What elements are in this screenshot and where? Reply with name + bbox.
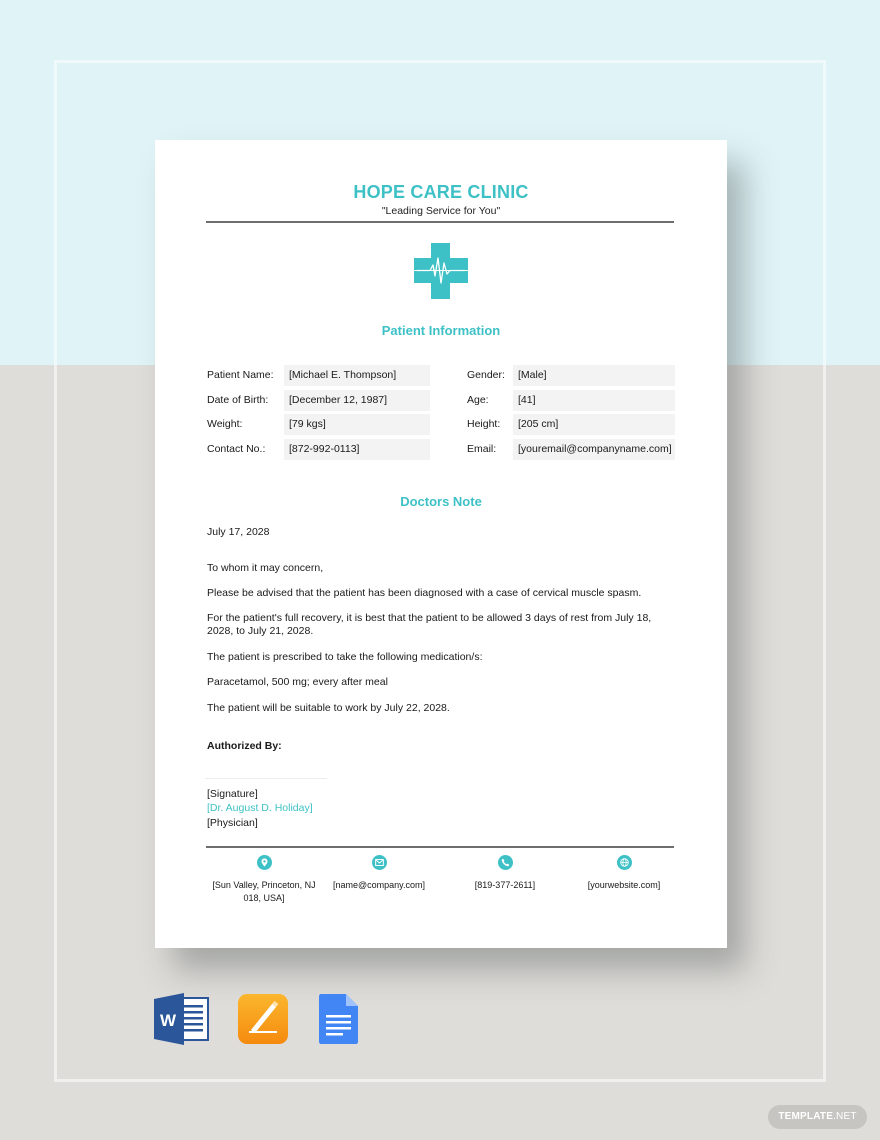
google-docs-icon[interactable] bbox=[318, 993, 360, 1045]
doctors-note-title: Doctors Note bbox=[400, 494, 482, 509]
note-paragraph: The patient will be suitable to work by … bbox=[207, 702, 450, 714]
weight-field[interactable]: [79 kgs] bbox=[284, 414, 430, 435]
contact-number-row: Contact No.: [872-992-0113] bbox=[207, 439, 431, 460]
signature-placeholder: [Signature] bbox=[207, 788, 258, 800]
note-paragraph: For the patient's full recovery, it is b… bbox=[207, 612, 652, 637]
field-label: Date of Birth: bbox=[207, 394, 269, 406]
note-paragraph: The patient is prescribed to take the fo… bbox=[207, 651, 483, 663]
medical-cross-heartbeat-icon bbox=[414, 243, 468, 299]
contact-number-field[interactable]: [872-992-0113] bbox=[284, 439, 430, 460]
signature-line bbox=[205, 778, 327, 779]
gender-row: Gender: [Male] bbox=[467, 365, 675, 386]
footer-phone: [819-377-2611] bbox=[445, 855, 565, 892]
location-pin-icon bbox=[256, 855, 272, 870]
note-salutation: To whom it may concern, bbox=[207, 562, 324, 574]
field-label: Contact No.: bbox=[207, 443, 266, 455]
note-paragraph: Paracetamol, 500 mg; every after meal bbox=[207, 676, 388, 688]
website-text[interactable]: [yourwebsite.com] bbox=[564, 879, 684, 892]
header-divider bbox=[206, 221, 674, 223]
watermark-thin: .NET bbox=[833, 1111, 857, 1122]
globe-icon bbox=[616, 855, 632, 870]
field-label: Patient Name: bbox=[207, 369, 274, 381]
document-page: HOPE CARE CLINIC "Leading Service for Yo… bbox=[155, 140, 727, 948]
phone-text: [819-377-2611] bbox=[474, 880, 536, 890]
phone-icon bbox=[497, 855, 513, 870]
apple-pages-icon[interactable] bbox=[237, 993, 289, 1045]
patient-information-title: Patient Information bbox=[381, 323, 501, 338]
footer-website: [yourwebsite.com] bbox=[564, 855, 684, 892]
note-paragraph: Please be advised that the patient has b… bbox=[207, 587, 642, 599]
date-of-birth-row: Date of Birth: [December 12, 1987] bbox=[207, 390, 431, 411]
footer-email: [name@company.com] bbox=[319, 855, 439, 892]
address-text: [Sun Valley, Princeton, NJ 018, USA] bbox=[212, 880, 316, 903]
authorized-by-label: Authorized By: bbox=[207, 740, 282, 752]
height-row: Height: [205 cm] bbox=[467, 414, 675, 435]
field-label: Weight: bbox=[207, 418, 243, 430]
doctor-name: [Dr. August D. Holiday] bbox=[207, 802, 313, 814]
clinic-name: HOPE CARE CLINIC bbox=[353, 182, 529, 202]
doctor-title: [Physician] bbox=[207, 817, 258, 829]
field-label: Age: bbox=[467, 394, 489, 406]
patient-name-field[interactable]: [Michael E. Thompson] bbox=[284, 365, 430, 386]
field-label: Height: bbox=[467, 418, 501, 430]
email-icon bbox=[371, 855, 387, 870]
watermark-bold: TEMPLATE bbox=[778, 1111, 834, 1122]
gender-field[interactable]: [Male] bbox=[513, 365, 675, 386]
patient-name-row: Patient Name: [Michael E. Thompson] bbox=[207, 365, 431, 386]
word-letter: W bbox=[160, 1011, 177, 1030]
weight-row: Weight: [79 kgs] bbox=[207, 414, 431, 435]
template-net-watermark[interactable]: TEMPLATE.NET bbox=[768, 1105, 867, 1129]
field-label: Email: bbox=[467, 443, 497, 455]
height-field[interactable]: [205 cm] bbox=[513, 414, 675, 435]
microsoft-word-icon[interactable]: W bbox=[154, 993, 210, 1045]
clinic-tagline: "Leading Service for You" bbox=[381, 205, 501, 217]
field-label: Gender: bbox=[467, 369, 505, 381]
footer-address: [Sun Valley, Princeton, NJ 018, USA] bbox=[204, 855, 324, 905]
date-of-birth-field[interactable]: [December 12, 1987] bbox=[284, 390, 430, 411]
age-field[interactable]: [41] bbox=[513, 390, 675, 411]
email-text[interactable]: [name@company.com] bbox=[319, 879, 439, 892]
footer-divider bbox=[206, 846, 674, 848]
email-field[interactable]: [youremail@companyname.com] bbox=[513, 439, 675, 460]
age-row: Age: [41] bbox=[467, 390, 675, 411]
email-row: Email: [youremail@companyname.com] bbox=[467, 439, 675, 460]
note-date: July 17, 2028 bbox=[207, 526, 270, 538]
